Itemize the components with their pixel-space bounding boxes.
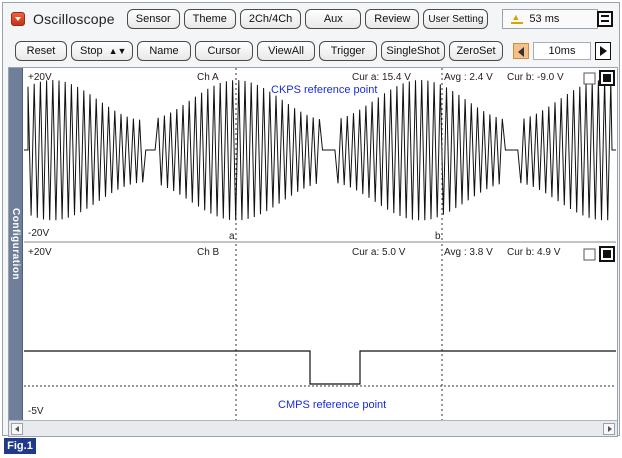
ch-a-checkbox[interactable]	[583, 72, 596, 85]
stepper-icon: ▲▼	[108, 46, 127, 56]
ch-b-cur-b: Cur b: 4.9 V	[507, 247, 561, 258]
top-toolbar: Oscilloscope Sensor Theme 2Ch/4Ch Aux Re…	[11, 8, 599, 30]
user-setting-button[interactable]: User Setting	[423, 9, 489, 29]
review-button[interactable]: Review	[365, 9, 420, 29]
ch-a-name: Ch A	[197, 72, 219, 83]
timebase-increase-icon[interactable]	[595, 42, 611, 60]
theme-button[interactable]: Theme	[183, 9, 236, 29]
figure-label: Fig.1	[4, 438, 36, 454]
reset-button[interactable]: Reset	[15, 41, 67, 61]
ch-a-avg: Avg : 2.4 V	[444, 72, 493, 83]
aux-button[interactable]: Aux	[305, 9, 362, 29]
ckps-annotation: CKPS reference point	[271, 84, 377, 96]
timer-icon	[511, 12, 524, 24]
channel-a-panel: +20V -20V Ch A Cur a: 15.4 V Avg : 2.4 V…	[24, 68, 616, 243]
stop-button-label: Stop	[80, 45, 103, 57]
scope-display: Configuration +20V -20V Ch A Cur a: 15.4…	[8, 67, 618, 437]
cmps-annotation: CMPS reference point	[278, 399, 386, 411]
cursor-a-marker: a	[229, 231, 235, 242]
ch-a-min-label: -20V	[28, 228, 49, 239]
ch-a-cur-b: Cur b: -9.0 V	[507, 72, 564, 83]
ch-a-expand-icon-inner	[603, 74, 611, 82]
cursor-button[interactable]: Cursor	[195, 41, 253, 61]
cmps-waveform	[24, 350, 616, 385]
sensor-button[interactable]: Sensor	[126, 9, 180, 29]
ch-b-min-label: -5V	[28, 406, 44, 417]
singleshot-button[interactable]: SingleShot	[381, 41, 445, 61]
name-button[interactable]: Name	[137, 41, 191, 61]
ch-b-max-label: +20V	[28, 247, 52, 258]
timebase-decrease-icon[interactable]	[513, 43, 529, 59]
cursor-b-marker: b	[435, 231, 441, 242]
channel-b-panel: +20V -5V Ch B Cur a: 5.0 V Avg : 3.8 V C…	[24, 244, 616, 420]
viewall-button[interactable]: ViewAll	[257, 41, 315, 61]
ch-b-cur-a: Cur a: 5.0 V	[352, 247, 406, 258]
refresh-rate-readout: 53 ms	[502, 9, 599, 29]
ch-b-checkbox[interactable]	[583, 248, 596, 261]
scroll-left-icon[interactable]	[11, 423, 23, 435]
trigger-button[interactable]: Trigger	[319, 41, 377, 61]
ch-b-expand-icon-inner	[603, 250, 611, 258]
configuration-tab-label: Configuration	[10, 207, 21, 281]
app-window: Oscilloscope Sensor Theme 2Ch/4Ch Aux Re…	[2, 2, 620, 437]
timebase-value: 10ms	[533, 42, 591, 60]
horizontal-scrollbar[interactable]	[9, 420, 617, 436]
ch-b-avg: Avg : 3.8 V	[444, 247, 493, 258]
refresh-rate-value: 53 ms	[529, 13, 560, 25]
ch-b-name: Ch B	[197, 247, 220, 258]
app-title: Oscilloscope	[33, 11, 115, 27]
window-toggle-icon[interactable]	[597, 11, 613, 27]
channel-mode-button[interactable]: 2Ch/4Ch	[239, 9, 302, 29]
zeroset-button[interactable]: ZeroSet	[449, 41, 503, 61]
waveform-display: +20V -20V Ch A Cur a: 15.4 V Avg : 2.4 V…	[24, 68, 616, 420]
stop-button[interactable]: Stop ▲▼	[71, 41, 133, 61]
ckps-waveform	[24, 79, 616, 221]
ch-a-cur-a: Cur a: 15.4 V	[352, 72, 411, 83]
ch-a-max-label: +20V	[28, 72, 52, 83]
app-menu-icon[interactable]	[11, 12, 25, 26]
configuration-tab[interactable]: Configuration	[9, 68, 23, 420]
control-toolbar: Reset Stop ▲▼ Name Cursor ViewAll Trigge…	[15, 40, 611, 62]
scroll-right-icon[interactable]	[603, 423, 615, 435]
